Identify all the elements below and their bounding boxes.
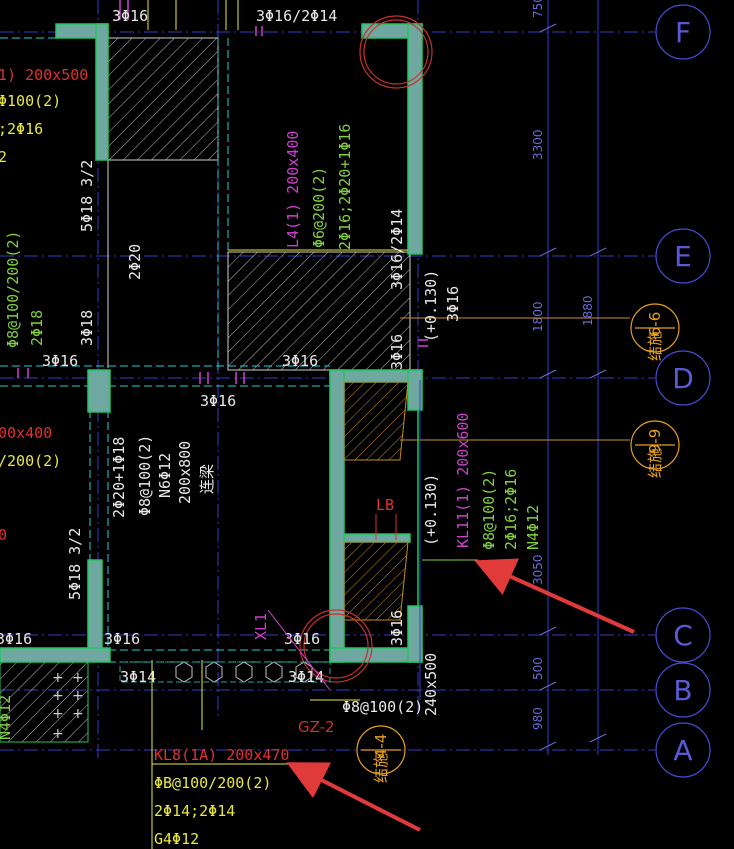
left-edge-n: N4Φ12 xyxy=(0,695,14,740)
red-arrow-right xyxy=(474,558,635,634)
dim-dc: 3050 xyxy=(531,554,545,585)
axis-label-a: A xyxy=(673,734,692,767)
label-low-3phi16-b: 3Φ16 xyxy=(284,630,320,648)
label-mid-3phi16-b: 3Φ16 xyxy=(282,352,318,370)
l4-beam-stirrup: Φ6@200(2) xyxy=(310,167,328,248)
wall-col-c xyxy=(87,559,103,661)
dim-ed-2: 1880 xyxy=(581,295,595,326)
axis-label-f: F xyxy=(675,16,691,49)
left-mid-zero: 0 xyxy=(0,526,7,544)
kl8-beam-g: G4Φ12 xyxy=(154,830,199,848)
label-vert-3phi16-b: 3Φ16 xyxy=(388,334,406,370)
center-beam-stirrup: Φ8@100(2) xyxy=(136,435,154,516)
label-low-3phi16-a: 3Φ16 xyxy=(104,630,140,648)
label-top-3phi16-2phi14: 3Φ16/2Φ14 xyxy=(256,7,337,25)
gz2-label: GZ-2 xyxy=(298,718,335,736)
svg-text:+: + xyxy=(72,670,84,686)
label-vert-2phi20: 2Φ20 xyxy=(126,244,144,280)
bottom-stirrup-label: Φ8@100(2) xyxy=(342,698,423,716)
axis-label-c: C xyxy=(673,619,693,652)
label-vert-5phi18-a: 5Φ18 3/2 xyxy=(78,160,96,232)
l4-beam-name: L4(1) 200x400 xyxy=(284,131,302,248)
kl8-beam-stirrup: ΦB@100/200(2) xyxy=(154,774,271,792)
kl11-beam-n: N4Φ12 xyxy=(524,505,542,550)
kl8-beam-name: KL8(1A) 200x470 xyxy=(154,746,289,764)
label-vert-5phi18-b: 5Φ18 3/2 xyxy=(66,528,84,600)
label-left-3phi16: 3Φ16 xyxy=(0,630,32,648)
svg-text:+: + xyxy=(72,706,84,722)
dim-cb: 500 xyxy=(531,657,545,680)
svg-text:+: + xyxy=(52,688,64,704)
label-low-3phi14-b: 3Φ14 xyxy=(288,668,324,686)
section-9-9-bottom: 结施 xyxy=(646,448,664,478)
axis-label-e: E xyxy=(674,240,692,273)
dim-ba: 980 xyxy=(531,707,545,730)
wall-col-d xyxy=(87,369,111,413)
label-vert-plus0130-b: (+0.130) xyxy=(422,474,440,546)
center-beam-bars: 2Φ20+1Φ18 xyxy=(110,437,128,518)
section-6-6-bottom: 结施 xyxy=(646,331,664,361)
wall-col-a-top xyxy=(95,23,109,161)
wall-room-mid xyxy=(343,533,411,543)
left-vert-stirrup: Φ8@100/200(2) xyxy=(4,231,22,348)
center-beam-n: N6Φ12 xyxy=(156,453,174,498)
center-beam-size: 200x800 xyxy=(176,441,194,504)
svg-text:+: + xyxy=(52,726,64,742)
center-beam-name: 连梁 xyxy=(198,464,216,494)
lb-label: LB xyxy=(376,496,394,514)
dim-ed: 1800 xyxy=(531,301,545,332)
wall-room-left xyxy=(329,369,345,663)
kl11-beam-name: KL11(1) 200x600 xyxy=(454,413,472,548)
section-4-4-bottom: 结施 xyxy=(372,753,390,783)
hatched-slab-top xyxy=(108,38,218,160)
axis-label-d: D xyxy=(672,362,694,395)
red-arrow-bottom xyxy=(286,762,421,832)
label-mid-3phi16-c: 3Φ16 xyxy=(200,392,236,410)
wall-bottom-left xyxy=(0,647,111,663)
left-mid-beam-stirrup: /200(2) xyxy=(0,452,61,470)
left-top-beam-name: 1) 200x500 xyxy=(0,66,88,84)
left-mid-beam-name: 00x400 xyxy=(0,424,52,442)
label-vert-3phi16-a: 3Φ16 xyxy=(444,286,462,322)
svg-text:+: + xyxy=(52,706,64,722)
label-mid-3phi16-a: 3Φ16 xyxy=(42,352,78,370)
cad-drawing: F E D C B A 750 3300 1800 1880 3050 500 … xyxy=(0,0,711,849)
left-top-beam-stirrup: Φ100(2) xyxy=(0,92,61,110)
kl11-beam-stirrup: Φ8@100(2) xyxy=(480,469,498,550)
left-vert-bars: 2Φ18 xyxy=(28,310,46,346)
label-vert-plus0130-a: (+0.130) xyxy=(422,270,440,342)
svg-text:+: + xyxy=(72,688,84,704)
dim-top: 750 xyxy=(531,0,545,18)
left-top-beam-extra: 2 xyxy=(0,148,7,166)
l4-beam-bars: 2Φ16;2Φ20+1Φ16 xyxy=(336,124,354,250)
dim-fe: 3300 xyxy=(531,129,545,160)
kl11-beam-bars: 2Φ16;2Φ16 xyxy=(502,469,520,550)
label-vert-3phi16-c: 3Φ16 xyxy=(388,610,406,646)
xl1-label: XL1 xyxy=(252,613,270,640)
svg-text:+: + xyxy=(52,670,64,686)
hatched-slab-mid xyxy=(228,252,410,370)
axis-label-b: B xyxy=(673,674,692,707)
wall-right-upper xyxy=(407,23,423,255)
label-vert-3phi16-2phi14: 3Φ16/2Φ14 xyxy=(388,209,406,290)
left-top-beam-bars: ;2Φ16 xyxy=(0,120,43,138)
label-low-3phi14-a: 3Φ14 xyxy=(120,668,156,686)
kl8-beam-bars: 2Φ14;2Φ14 xyxy=(154,802,235,820)
label-wall-size: 240x500 xyxy=(422,653,440,716)
label-top-3phi16: 3Φ16 xyxy=(112,7,148,25)
label-vert-3phi18: 3Φ18 xyxy=(78,310,96,346)
